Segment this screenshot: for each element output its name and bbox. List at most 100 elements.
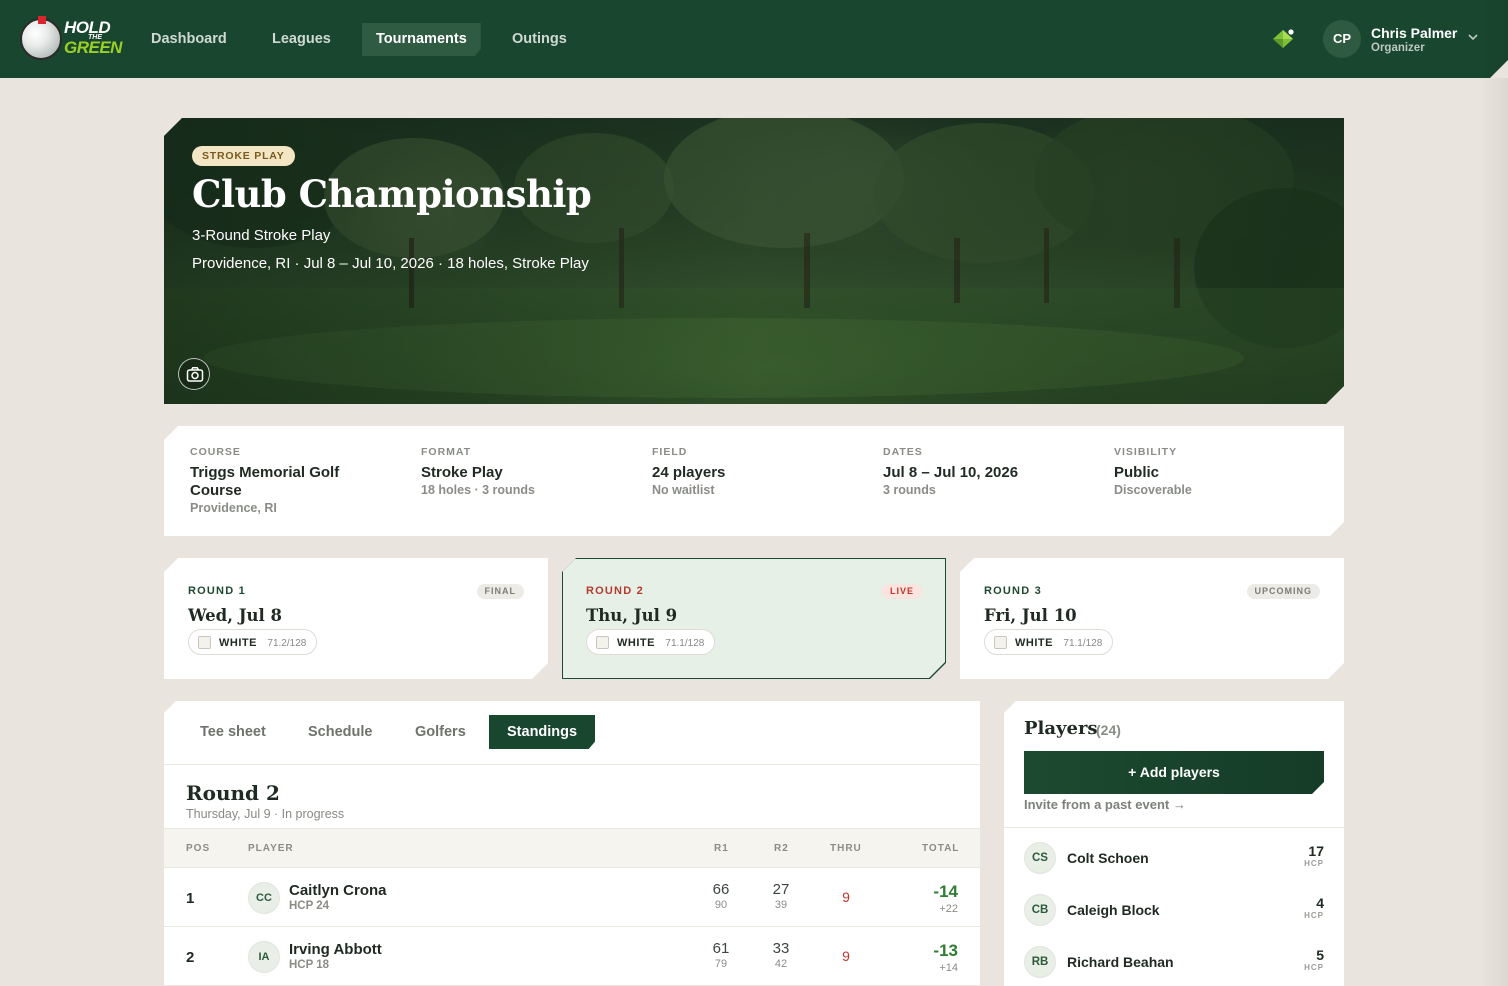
user-role: Organizer (1371, 42, 1425, 54)
player-name[interactable]: Irving Abbott (289, 941, 382, 958)
tournament-title: Club Championship (192, 172, 592, 216)
player-avatar: CB (1024, 894, 1056, 926)
standings-title: Round 2 (186, 781, 280, 805)
player-name[interactable]: Richard Beahan (1067, 954, 1174, 970)
players-title: Players (1024, 718, 1098, 739)
tournament-info-card: COURSE Triggs Memorial Golf Course Provi… (164, 426, 1344, 536)
player-name[interactable]: Caitlyn Crona (289, 882, 387, 899)
holes-thru: 9 (842, 889, 850, 905)
column-header-total[interactable]: TOTAL (922, 843, 959, 854)
top-nav-bar: HOLD THE GREEN Dashboard Leagues Tournam… (0, 0, 1508, 78)
column-header-pos[interactable]: POS (186, 843, 210, 854)
info-course: COURSE Triggs Memorial Golf Course Provi… (190, 446, 390, 515)
player-avatar: CS (1024, 842, 1056, 874)
tab-tee-sheet[interactable]: Tee sheet (182, 715, 284, 749)
table-row[interactable]: 1 CC Caitlyn Crona HCP 24 66 90 27 39 9 … (164, 868, 980, 927)
nav-dashboard[interactable]: Dashboard (137, 23, 241, 56)
list-item[interactable]: CS Colt Schoen 17 HCP (1004, 833, 1344, 885)
hold-the-green-logo[interactable]: HOLD THE GREEN (18, 16, 122, 62)
info-label: FIELD (652, 446, 688, 458)
nav-outings[interactable]: Outings (498, 23, 581, 56)
round-date: Wed, Jul 8 (188, 606, 283, 625)
handicap-label: HCP (1304, 911, 1324, 920)
tab-schedule[interactable]: Schedule (290, 715, 390, 749)
column-header-thru[interactable]: THRU (830, 843, 862, 854)
table-header: POS PLAYER R1 R2 THRU TOTAL (164, 828, 980, 868)
tee-color-swatch (198, 636, 211, 649)
nav-leagues[interactable]: Leagues (258, 23, 345, 56)
change-photo-button[interactable] (178, 358, 210, 390)
info-dates: DATES Jul 8 – Jul 10, 2026 3 rounds (883, 446, 1083, 497)
round-card-2[interactable]: ROUND 2 LIVE Thu, Jul 9 WHITE 71.1/128 (562, 558, 946, 679)
course-name: Triggs Memorial Golf Course (190, 464, 340, 499)
tab-standings[interactable]: Standings (489, 715, 596, 749)
invite-from-past-event-link[interactable]: Invite from a past event → (1024, 797, 1186, 812)
round-label: ROUND 1 (188, 585, 246, 597)
tab-golfers[interactable]: Golfers (397, 715, 484, 749)
round-2-score: 27 39 (761, 881, 801, 911)
camera-icon (186, 367, 204, 382)
total-score: -13 +14 (933, 941, 958, 974)
column-header-player[interactable]: PLAYER (248, 843, 294, 854)
field-detail: No waitlist (652, 483, 715, 497)
position: 2 (186, 949, 195, 966)
tee-name: WHITE (617, 637, 655, 649)
page-edge-shadow (1478, 0, 1508, 986)
round-label: ROUND 3 (984, 585, 1042, 597)
standings-panel: Tee sheet Schedule Golfers Standings Rou… (164, 701, 980, 986)
round-status-badge: LIVE (882, 584, 922, 599)
tee-name: WHITE (219, 637, 257, 649)
table-row[interactable]: 2 IA Irving Abbott HCP 18 61 79 33 42 9 … (164, 927, 980, 986)
tee-color-swatch (596, 636, 609, 649)
tee-chip: WHITE 71.1/128 (984, 629, 1113, 655)
holes-thru: 9 (842, 948, 850, 964)
divider (164, 764, 980, 765)
total-gross: +14 (939, 962, 958, 974)
gross-score: 90 (714, 899, 728, 911)
flag-icon (38, 16, 46, 24)
player-name[interactable]: Colt Schoen (1067, 850, 1149, 866)
visibility-value: Public (1114, 464, 1160, 481)
info-label: COURSE (190, 446, 241, 458)
player-name[interactable]: Caleigh Block (1067, 902, 1160, 918)
round-date: Fri, Jul 10 (984, 606, 1077, 625)
format-value: Stroke Play (421, 464, 503, 481)
standings-subtitle: Thursday, Jul 9 · In progress (186, 807, 345, 821)
round-card-1[interactable]: ROUND 1 FINAL Wed, Jul 8 WHITE 71.2/128 (164, 558, 548, 679)
round-status-badge: FINAL (477, 584, 525, 599)
player-handicap: 5 HCP (1304, 947, 1324, 972)
tee-name: WHITE (1015, 637, 1053, 649)
player-handicap: HCP 18 (289, 959, 330, 971)
total-score: -14 +22 (933, 882, 958, 915)
column-header-r1[interactable]: R1 (714, 843, 729, 854)
total-to-par: -14 (933, 882, 958, 901)
list-item[interactable]: RB Richard Beahan 5 HCP (1004, 937, 1344, 986)
column-header-r2[interactable]: R2 (774, 843, 789, 854)
players-count: (24) (1096, 722, 1121, 738)
golf-ball-icon (20, 18, 62, 60)
tee-color-swatch (994, 636, 1007, 649)
handicap-value: 4 (1316, 895, 1324, 911)
nav-tournaments[interactable]: Tournaments (362, 23, 481, 56)
add-players-button[interactable]: + Add players (1024, 751, 1324, 794)
dates-detail: 3 rounds (883, 483, 936, 497)
net-score: 66 (712, 881, 730, 898)
round-1-score: 61 79 (701, 940, 741, 970)
net-score: 27 (772, 881, 790, 898)
tee-chip: WHITE 71.2/128 (188, 629, 317, 655)
position: 1 (186, 890, 195, 907)
gross-score: 42 (774, 958, 788, 970)
user-name[interactable]: Chris Palmer (1371, 25, 1457, 41)
field-value: 24 players (652, 464, 726, 481)
tournament-subtitle: 3-Round Stroke Play (192, 227, 331, 244)
player-handicap: 4 HCP (1304, 895, 1324, 920)
gem-icon[interactable] (1272, 29, 1294, 49)
round-card-3[interactable]: ROUND 3 UPCOMING Fri, Jul 10 WHITE 71.1/… (960, 558, 1344, 679)
course-location: Providence, RI (190, 501, 277, 515)
round-status-badge: UPCOMING (1247, 584, 1321, 599)
user-avatar[interactable]: CP (1323, 20, 1361, 58)
logo-text-green: GREEN (64, 38, 122, 57)
list-item[interactable]: CB Caleigh Block 4 HCP (1004, 885, 1344, 937)
tee-rating: 71.1/128 (665, 638, 705, 649)
handicap-label: HCP (1304, 963, 1324, 972)
